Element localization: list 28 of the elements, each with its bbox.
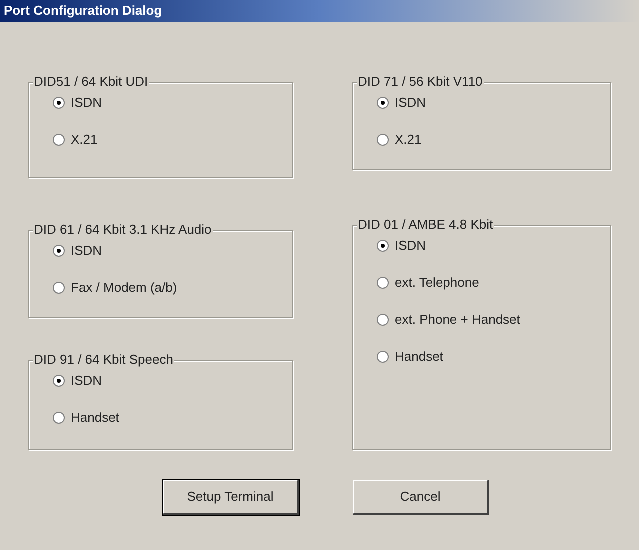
radio-button[interactable] xyxy=(377,97,389,109)
dialog-button[interactable]: Setup Terminal xyxy=(163,480,299,515)
radio-button[interactable] xyxy=(53,412,65,424)
radio-button[interactable] xyxy=(377,277,389,289)
radio-label: Handset xyxy=(71,409,120,428)
radio-button[interactable] xyxy=(53,97,65,109)
radio-label: ext. Phone + Handset xyxy=(395,311,520,330)
radio-label: ISDN xyxy=(395,94,426,112)
window-title: Port Configuration Dialog xyxy=(4,2,162,20)
radio-button[interactable] xyxy=(377,240,389,252)
radio-button[interactable] xyxy=(53,282,65,294)
radio-button[interactable] xyxy=(377,351,389,363)
radio-button[interactable] xyxy=(53,134,65,146)
radio-button[interactable] xyxy=(377,134,389,146)
radio-label: ISDN xyxy=(71,372,102,390)
radio-label: ext. Telephone xyxy=(395,274,480,292)
radio-button[interactable] xyxy=(53,375,65,387)
radio-label: ISDN xyxy=(71,242,102,260)
radio-label: X.21 xyxy=(71,131,98,150)
radio-button[interactable] xyxy=(53,245,65,257)
radio-label: ISDN xyxy=(395,237,426,256)
radio-button[interactable] xyxy=(377,314,389,326)
dialog-button[interactable]: Cancel xyxy=(353,480,489,515)
radio-label: Handset xyxy=(395,348,444,366)
radio-label: ISDN xyxy=(71,94,102,112)
group-title: DID 91 / 64 Kbit Speech xyxy=(33,352,174,368)
radio-label: Fax / Modem (a/b) xyxy=(71,279,178,298)
radio-label: X.21 xyxy=(395,131,422,150)
